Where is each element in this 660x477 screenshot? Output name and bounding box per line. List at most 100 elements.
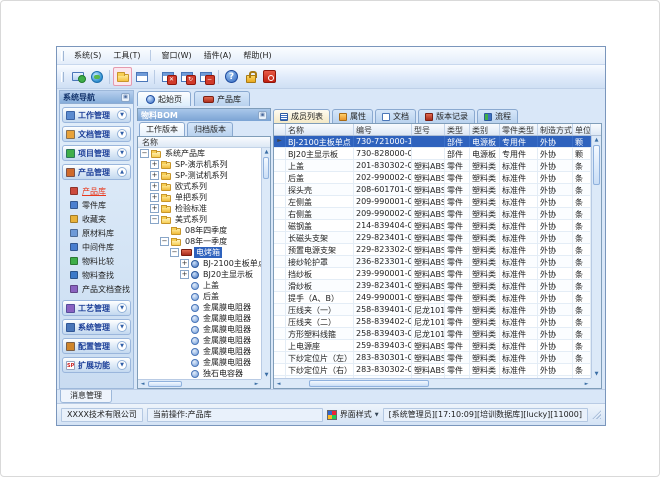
tree-node[interactable]: 后盖 (138, 291, 261, 302)
tree-node[interactable]: 金属膜电阻器 (138, 313, 261, 324)
parts-tab[interactable]: 文档 (375, 109, 416, 123)
doc-tab[interactable]: 产品库 (194, 91, 250, 106)
table-row[interactable]: 上电源座259-839403-00X塑料ABS零件塑料类标准件外协条 (274, 340, 591, 352)
sidebar-section-collapsed[interactable]: SP扩展功能▼ (62, 357, 131, 373)
bom-pin-button[interactable]: ▣ (258, 111, 267, 120)
parts-tab[interactable]: 属性 (332, 109, 373, 123)
tree-hscroll-thumb[interactable] (148, 381, 182, 387)
table-row[interactable]: ►BJ-2100主板单点730-721000-12X部件电源板专用件外协颗 (274, 136, 591, 148)
table-header-cell[interactable]: 单位 (573, 124, 591, 135)
chevron-down-icon[interactable]: ▼ (117, 341, 127, 351)
tree-expander[interactable]: + (150, 193, 159, 202)
table-header-cell[interactable]: 制造方式 (538, 124, 573, 135)
chevron-down-icon[interactable]: ▼ (117, 360, 127, 370)
chevron-down-icon[interactable]: ▼ (117, 110, 127, 120)
tree-expander[interactable]: + (150, 182, 159, 191)
table-row[interactable]: 上盖201-830302-00X塑料ABS零件塑料类标准件外协条 (274, 160, 591, 172)
scroll-down-icon[interactable]: ▼ (262, 371, 271, 379)
scroll-up-icon[interactable]: ▲ (262, 148, 271, 156)
table-row[interactable]: 左侧盖209-990001-01X塑料ABS零件塑料类标准件外协条 (274, 196, 591, 208)
toolbar-button[interactable] (87, 67, 106, 86)
table-hscroll-thumb[interactable] (309, 380, 429, 387)
chevron-up-icon[interactable]: ▲ (117, 167, 127, 177)
tree-expander[interactable]: − (150, 215, 159, 224)
tree-expander[interactable]: + (180, 259, 189, 268)
tree-node[interactable]: 金属膜电阻器 (138, 302, 261, 313)
toolbar-button[interactable] (260, 67, 279, 86)
table-row[interactable]: 长磁头支架229-823401-00X塑料ABS零件塑料类标准件外协条 (274, 232, 591, 244)
scroll-down-icon[interactable]: ▼ (592, 370, 601, 378)
menu-item[interactable]: 系统(S) (68, 48, 107, 63)
menu-item[interactable]: 窗口(W) (155, 48, 197, 63)
tree-vscroll-thumb[interactable] (263, 157, 269, 179)
table-row[interactable]: BJ20主显示板730-828000-04X部件电源板专用件外协颗 (274, 148, 591, 160)
bom-version-tab[interactable]: 工作版本 (139, 122, 185, 136)
tree-node[interactable]: −08年一季度 (138, 236, 261, 247)
table-horizontal-scrollbar[interactable]: ◄ ► (274, 378, 591, 388)
tree-node[interactable]: 金属膜电阻器 (138, 324, 261, 335)
table-vertical-scrollbar[interactable]: ▲ ▼ (591, 136, 601, 378)
sidebar-section-collapsed[interactable]: 项目管理▼ (62, 145, 131, 161)
table-header-cell[interactable]: 类型 (445, 124, 470, 135)
menu-item[interactable]: 工具(T) (107, 48, 146, 63)
table-row[interactable]: 滑纱板239-823401-00X塑料ABS零件塑料类标准件外协条 (274, 280, 591, 292)
tree-node[interactable]: 上盖 (138, 280, 261, 291)
sidebar-item[interactable]: 原材料库 (61, 226, 132, 240)
table-row[interactable]: 压线夹（一）258-839401-00X尼龙1010零件塑料类标准件外协条 (274, 304, 591, 316)
tree-node[interactable]: +SP-测试机系列 (138, 170, 261, 181)
sidebar-section-collapsed[interactable]: 工艺管理▼ (62, 300, 131, 316)
parts-tab[interactable]: 成员列表 (273, 109, 330, 123)
sidebar-section-collapsed[interactable]: 文档管理▼ (62, 126, 131, 142)
tree-expander[interactable]: − (170, 248, 179, 257)
tree-node[interactable]: −电烤箱 (138, 247, 261, 258)
menu-item[interactable]: 插件(A) (198, 48, 238, 63)
sidebar-item[interactable]: 产品库 (61, 184, 132, 198)
tree-column-header[interactable]: 名称 (138, 137, 270, 148)
scroll-left-icon[interactable]: ◄ (274, 380, 283, 388)
message-management-tab[interactable]: 消息管理 (60, 390, 112, 403)
sidebar-item[interactable]: 产品文档查找 (61, 282, 132, 296)
sidebar-section-collapsed[interactable]: 配置管理▼ (62, 338, 131, 354)
sidebar-item[interactable]: 物料比较 (61, 254, 132, 268)
sidebar-section-collapsed[interactable]: 系统管理▼ (62, 319, 131, 335)
tree-node[interactable]: 金属膜电阻器 (138, 357, 261, 368)
tree-expander[interactable]: + (150, 160, 159, 169)
sidebar-item[interactable]: 物料查找 (61, 268, 132, 282)
tree-expander[interactable]: + (150, 204, 159, 213)
table-row[interactable]: 压线夹（二）258-839402-00X尼龙1010零件塑料类标准件外协条 (274, 316, 591, 328)
table-header-cell[interactable]: 编号 (354, 124, 412, 135)
table-header-cell[interactable]: 型号 (412, 124, 445, 135)
tree-node[interactable]: 金属膜电阻器 (138, 335, 261, 346)
doc-tab[interactable]: 起始页 (137, 91, 191, 106)
tree-node[interactable]: +BJ-2100主板单点 (138, 258, 261, 269)
table-header-cell[interactable]: 类别 (470, 124, 500, 135)
table-header-cell[interactable]: 名称 (286, 124, 354, 135)
resize-grip[interactable] (592, 410, 601, 419)
scroll-up-icon[interactable]: ▲ (592, 136, 601, 144)
chevron-down-icon[interactable]: ▼ (117, 148, 127, 158)
parts-tab[interactable]: 流程 (477, 109, 518, 123)
table-row[interactable]: 下纱定位片（左）283-830301-00X塑料ABS零件塑料类标准件外协条 (274, 352, 591, 364)
toolbar-button[interactable] (241, 67, 260, 86)
parts-tab[interactable]: 版本记录 (418, 109, 475, 123)
table-row[interactable]: 磁钢盖214-839404-01X塑料ABS零件塑料类标准件外协条 (274, 220, 591, 232)
scroll-right-icon[interactable]: ► (252, 380, 261, 388)
chevron-down-icon[interactable]: ▼ (117, 303, 127, 313)
tree-node[interactable]: −美式系列 (138, 214, 261, 225)
tree-expander[interactable]: − (140, 149, 149, 158)
sidebar-item[interactable]: 中间件库 (61, 240, 132, 254)
menu-item[interactable]: 帮助(H) (237, 48, 277, 63)
tree-node[interactable]: +BJ20主显示板 (138, 269, 261, 280)
tree-expander[interactable]: + (180, 270, 189, 279)
table-row[interactable]: 预置电源支架229-823302-00X塑料ABS零件塑料类标准件外协条 (274, 244, 591, 256)
sidebar-section-collapsed[interactable]: 工作管理▼ (62, 107, 131, 123)
tree-expander[interactable]: − (160, 237, 169, 246)
scroll-right-icon[interactable]: ► (582, 380, 591, 388)
toolbar-button[interactable] (196, 67, 215, 86)
toolbar-button[interactable] (158, 67, 177, 86)
table-row[interactable]: 接纱轮护罩236-823301-00X塑料ABS零件塑料类标准件外协条 (274, 256, 591, 268)
table-vscroll-thumb[interactable] (593, 145, 600, 185)
tree-node[interactable]: 金属膜电阻器 (138, 346, 261, 357)
tree-node[interactable]: +SP-演示机系列 (138, 159, 261, 170)
tree-node[interactable]: 08年四季度 (138, 225, 261, 236)
